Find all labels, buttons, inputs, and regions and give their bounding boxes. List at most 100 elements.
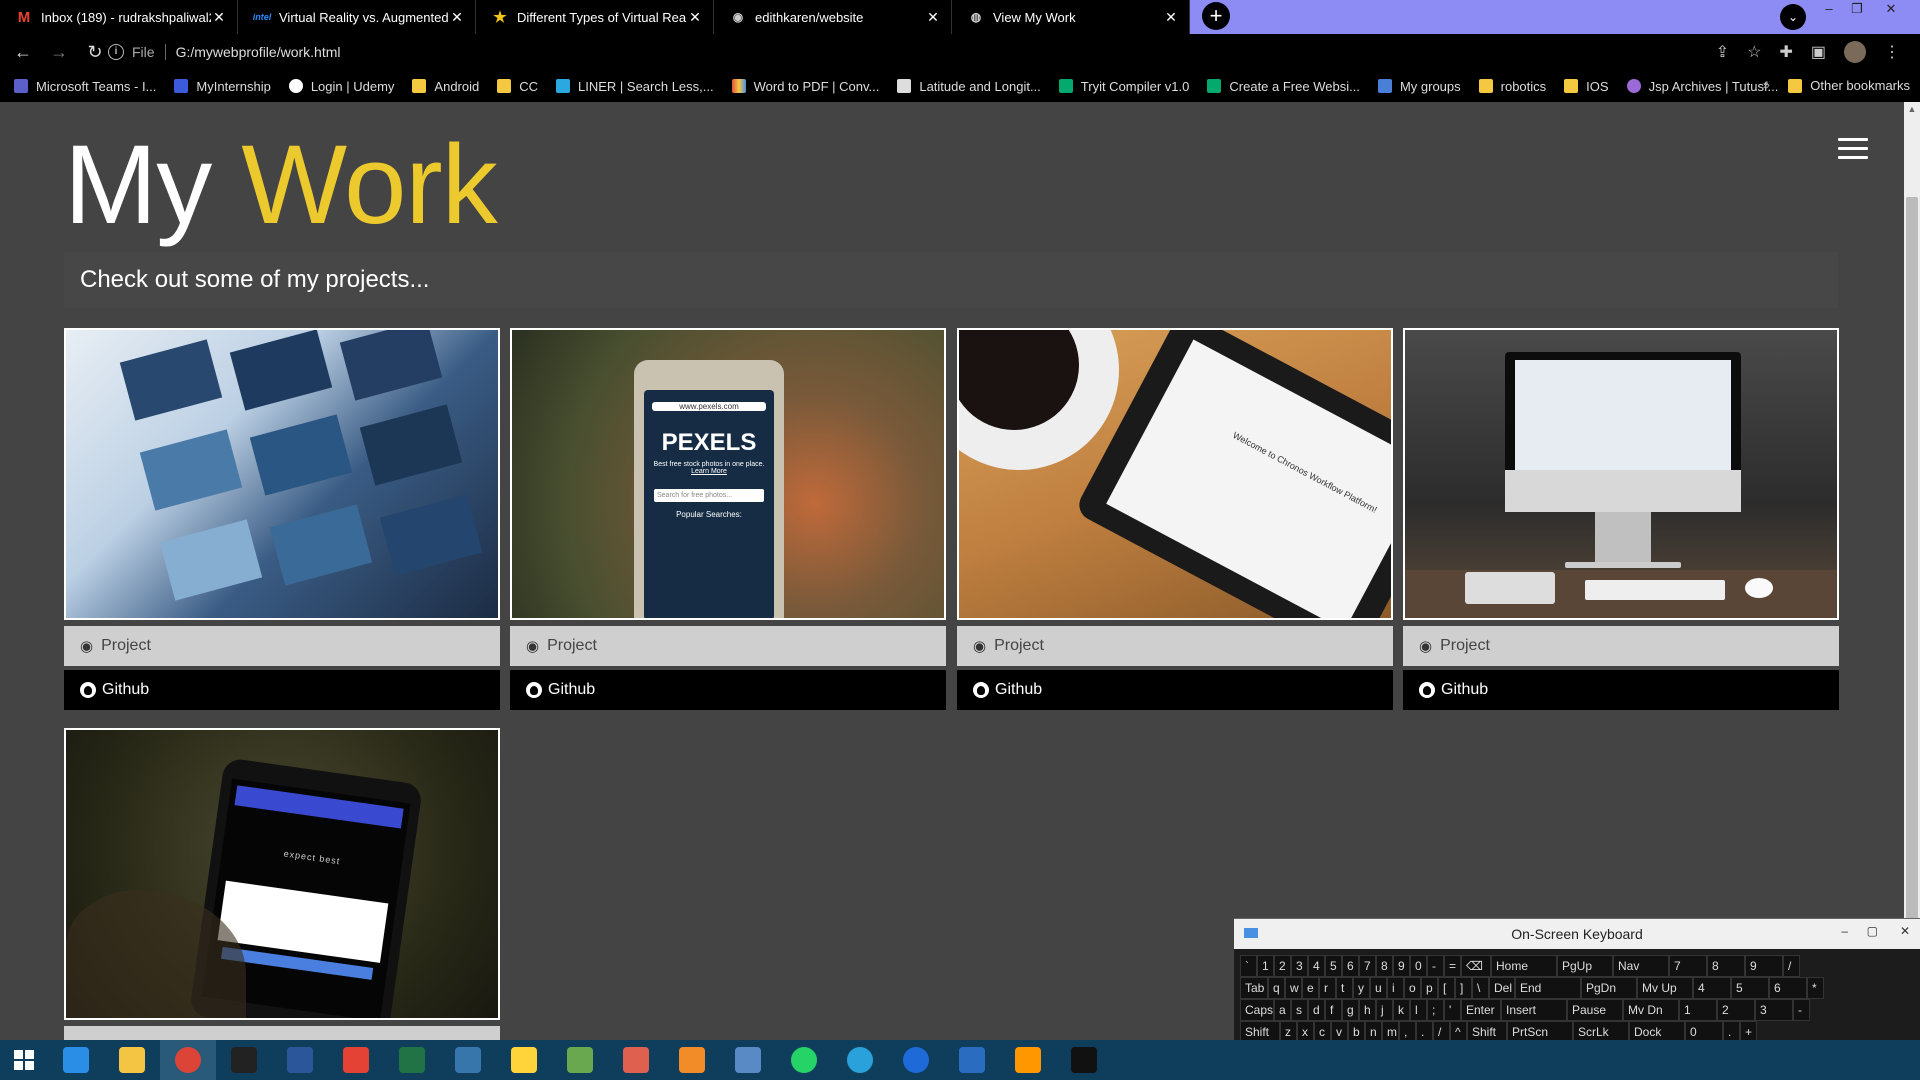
bookmark-item[interactable]: LINER | Search Less,...: [556, 79, 714, 94]
restore-icon[interactable]: ❐: [1842, 0, 1872, 18]
osk-key[interactable]: 9: [1745, 955, 1783, 977]
info-icon[interactable]: i: [108, 44, 124, 60]
start-button[interactable]: [0, 1040, 48, 1080]
minimize-icon[interactable]: –: [1841, 924, 1848, 938]
osk-key[interactable]: 0: [1410, 955, 1427, 977]
osk-title-bar[interactable]: On-Screen Keyboard – ▢ ✕: [1234, 919, 1920, 949]
bookmark-item[interactable]: Microsoft Teams - I...: [14, 79, 156, 94]
osk-key[interactable]: a: [1274, 999, 1291, 1021]
osk-key[interactable]: p: [1421, 977, 1438, 999]
osk-key[interactable]: o: [1404, 977, 1421, 999]
close-icon[interactable]: ✕: [211, 9, 227, 26]
menu-icon[interactable]: ⋮: [1884, 42, 1900, 62]
project-button[interactable]: ◉ Project: [1403, 626, 1839, 666]
osk-key[interactable]: Nav: [1613, 955, 1669, 977]
osk-key[interactable]: Insert: [1501, 999, 1567, 1021]
osk-key[interactable]: 4: [1693, 977, 1731, 999]
osk-key[interactable]: j: [1376, 999, 1393, 1021]
taskbar-app[interactable]: [160, 1040, 216, 1080]
project-button[interactable]: ◉ Project: [957, 626, 1393, 666]
close-icon[interactable]: ✕: [449, 9, 465, 26]
osk-key[interactable]: Mv Up: [1637, 977, 1693, 999]
osk-key[interactable]: 4: [1308, 955, 1325, 977]
osk-key[interactable]: y: [1353, 977, 1370, 999]
osk-key[interactable]: e: [1302, 977, 1319, 999]
taskbar-app[interactable]: [272, 1040, 328, 1080]
osk-key[interactable]: PgDn: [1581, 977, 1637, 999]
bookmark-item[interactable]: Login | Udemy: [288, 79, 394, 94]
back-icon[interactable]: ←: [10, 42, 36, 63]
bookmark-item[interactable]: Tryit Compiler v1.0: [1058, 79, 1189, 94]
bookmark-folder[interactable]: CC: [497, 79, 538, 94]
new-tab-button[interactable]: +: [1202, 2, 1230, 30]
address-bar[interactable]: i File G:/mywebprofile/work.html: [108, 37, 1778, 67]
close-icon[interactable]: ✕: [1163, 9, 1179, 26]
osk-key[interactable]: -: [1793, 999, 1810, 1021]
bookmarks-overflow-icon[interactable]: »: [1763, 77, 1770, 92]
osk-key[interactable]: 2: [1717, 999, 1755, 1021]
taskbar-app[interactable]: [720, 1040, 776, 1080]
osk-key[interactable]: r: [1319, 977, 1336, 999]
tab-vr-vs-ar[interactable]: intel Virtual Reality vs. Augmented Re ✕: [238, 0, 476, 34]
osk-key[interactable]: l: [1410, 999, 1427, 1021]
osk-key[interactable]: i: [1387, 977, 1404, 999]
osk-key[interactable]: k: [1393, 999, 1410, 1021]
osk-key[interactable]: Pause: [1567, 999, 1623, 1021]
bookmark-item[interactable]: Latitude and Longit...: [897, 79, 1041, 94]
scroll-up-icon[interactable]: ▲: [1907, 104, 1917, 114]
tab-gmail-inbox[interactable]: M Inbox (189) - rudrakshpaliwal21@ ✕: [0, 0, 238, 34]
osk-key[interactable]: Mv Dn: [1623, 999, 1679, 1021]
osk-key[interactable]: 8: [1376, 955, 1393, 977]
window-close-icon[interactable]: ✕: [1900, 924, 1910, 938]
osk-key[interactable]: 3: [1755, 999, 1793, 1021]
osk-key[interactable]: 7: [1359, 955, 1376, 977]
scrollbar[interactable]: ▲ ▼: [1904, 102, 1920, 1040]
osk-key[interactable]: 8: [1707, 955, 1745, 977]
osk-key[interactable]: u: [1370, 977, 1387, 999]
osk-key[interactable]: w: [1285, 977, 1302, 999]
osk-key[interactable]: ]: [1455, 977, 1472, 999]
osk-key[interactable]: \: [1472, 977, 1489, 999]
osk-key[interactable]: =: [1444, 955, 1461, 977]
osk-key[interactable]: g: [1342, 999, 1359, 1021]
osk-key[interactable]: 7: [1669, 955, 1707, 977]
osk-key[interactable]: ': [1444, 999, 1461, 1021]
close-icon[interactable]: ✕: [687, 9, 703, 26]
osk-key[interactable]: d: [1308, 999, 1325, 1021]
minimize-icon[interactable]: –: [1814, 0, 1844, 18]
tab-github-website[interactable]: ◉ edithkaren/website ✕: [714, 0, 952, 34]
bookmark-item[interactable]: MyInternship: [174, 79, 271, 94]
github-button[interactable]: Github: [1403, 670, 1839, 710]
osk-key[interactable]: ⌫: [1461, 955, 1491, 977]
taskbar-app[interactable]: [104, 1040, 160, 1080]
taskbar-app[interactable]: [496, 1040, 552, 1080]
osk-key[interactable]: 3: [1291, 955, 1308, 977]
osk-key[interactable]: [: [1438, 977, 1455, 999]
project-button[interactable]: [64, 1026, 500, 1040]
tab-vr-types[interactable]: ★ Different Types of Virtual Reality ✕: [476, 0, 714, 34]
reload-icon[interactable]: ↻: [82, 42, 108, 63]
taskbar-app[interactable]: [608, 1040, 664, 1080]
taskbar-app[interactable]: [776, 1040, 832, 1080]
bookmark-item[interactable]: Create a Free Websi...: [1207, 79, 1360, 94]
taskbar-app[interactable]: [440, 1040, 496, 1080]
taskbar-app[interactable]: [944, 1040, 1000, 1080]
osk-key[interactable]: 1: [1257, 955, 1274, 977]
github-button[interactable]: Github: [510, 670, 946, 710]
osk-key[interactable]: 5: [1325, 955, 1342, 977]
osk-key[interactable]: End: [1515, 977, 1581, 999]
taskbar-app[interactable]: [664, 1040, 720, 1080]
osk-key[interactable]: 6: [1769, 977, 1807, 999]
taskbar-app[interactable]: [216, 1040, 272, 1080]
osk-key[interactable]: Del: [1489, 977, 1515, 999]
osk-key[interactable]: 2: [1274, 955, 1291, 977]
share-icon[interactable]: ⇪: [1716, 42, 1729, 62]
github-button[interactable]: Github: [64, 670, 500, 710]
project-button[interactable]: ◉ Project: [64, 626, 500, 666]
close-icon[interactable]: ✕: [925, 9, 941, 26]
window-close-icon[interactable]: ✕: [1876, 0, 1906, 18]
osk-key[interactable]: Tab: [1240, 977, 1268, 999]
osk-key[interactable]: s: [1291, 999, 1308, 1021]
osk-key[interactable]: Home: [1491, 955, 1557, 977]
taskbar-app[interactable]: [328, 1040, 384, 1080]
